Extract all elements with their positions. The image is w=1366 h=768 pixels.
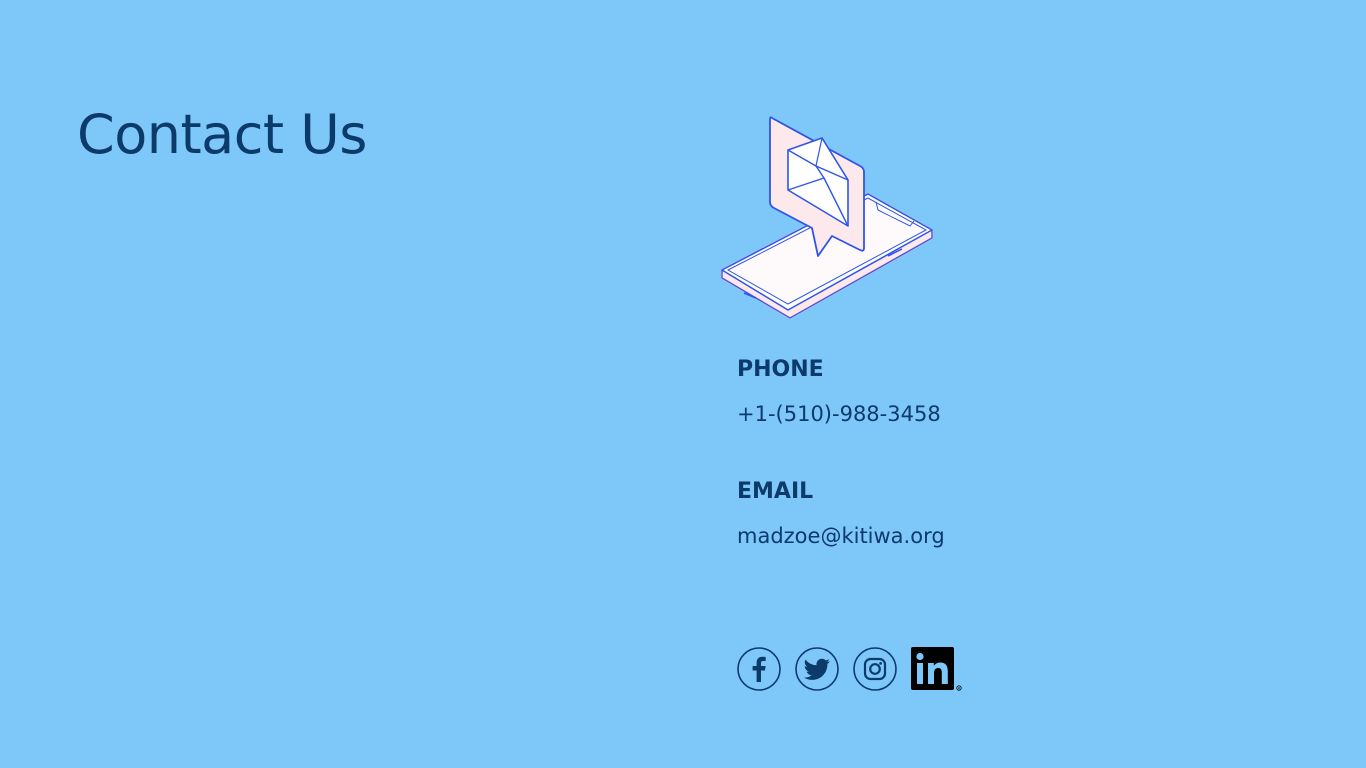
page-title: Contact Us — [77, 103, 367, 166]
email-label: EMAIL — [737, 479, 814, 504]
message-bubble-illustration — [769, 116, 865, 257]
phone-with-envelope-message-icon — [721, 116, 933, 319]
email-value[interactable]: madzoe@kitiwa.org — [737, 521, 1137, 551]
contact-page: Contact Us PHONE +1-(510)-988-3458 EMAIL… — [0, 0, 1366, 768]
social-links — [737, 647, 963, 691]
phone-label: PHONE — [737, 357, 824, 382]
contact-details: PHONE +1-(510)-988-3458 EMAIL madzoe@kit… — [737, 355, 1137, 551]
instagram-icon[interactable] — [853, 647, 897, 691]
facebook-icon[interactable] — [737, 647, 781, 691]
phone-value[interactable]: +1-(510)-988-3458 — [737, 399, 1137, 429]
linkedin-icon[interactable] — [911, 647, 963, 691]
twitter-icon[interactable] — [795, 647, 839, 691]
